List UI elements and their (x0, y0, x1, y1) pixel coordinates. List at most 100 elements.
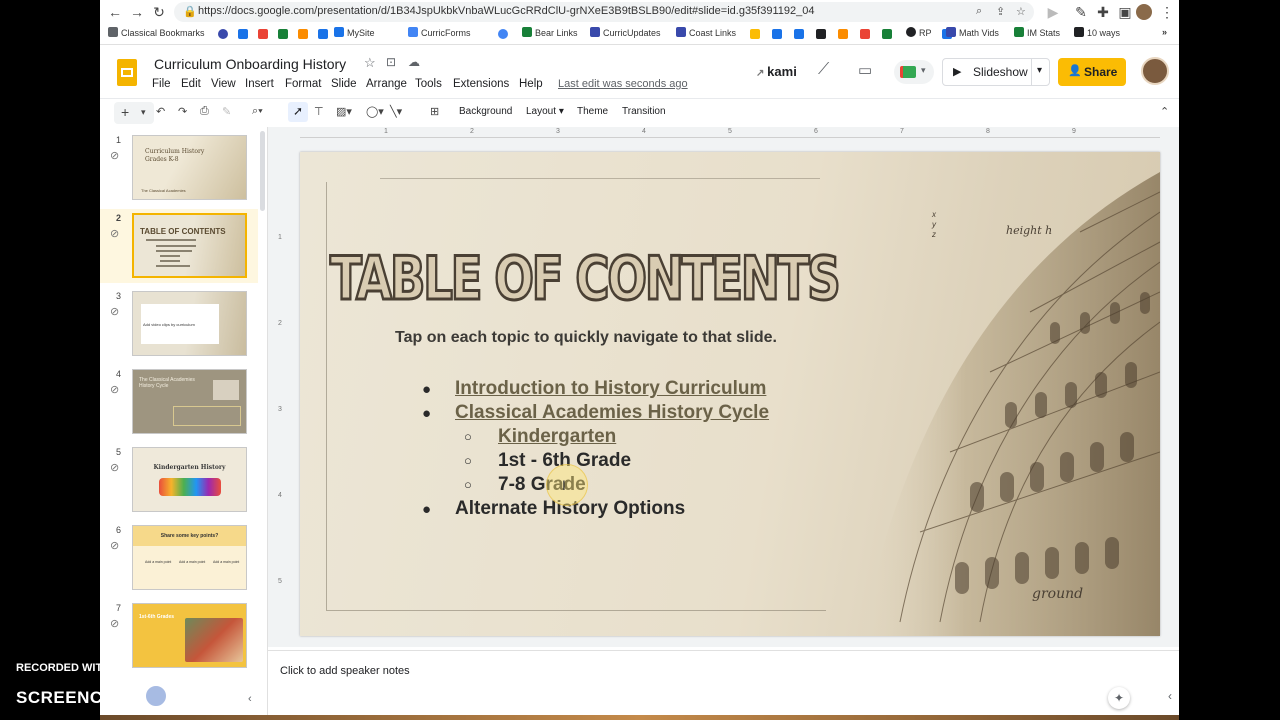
chevron-down-icon[interactable]: ▾ (1037, 65, 1042, 76)
forward-icon[interactable]: → (128, 3, 146, 21)
more-icon[interactable]: ⋮ (1158, 3, 1176, 21)
bookmark-bear-links[interactable]: Bear Links (522, 27, 578, 38)
add-comment-icon[interactable]: ⊞ (430, 105, 439, 118)
redo-icon[interactable]: ↷ (178, 105, 187, 118)
image-icon[interactable]: ▨▾ (336, 105, 352, 118)
undo-icon[interactable]: ↶ (156, 105, 165, 118)
move-folder-icon[interactable]: ⊡ (386, 55, 396, 69)
bookmark-icon[interactable] (882, 29, 892, 39)
bookmark-rp[interactable]: RP (906, 27, 932, 38)
explore-icon[interactable]: ✦ (1108, 687, 1130, 709)
zoom-icon[interactable]: ⌕ (976, 5, 982, 18)
zoom-icon[interactable]: ⌕▾ (252, 105, 263, 118)
slide-thumbnail-6[interactable]: Share some key points? Add a main point … (132, 525, 247, 590)
new-slide-button[interactable]: + ▾ (114, 102, 154, 124)
share-button[interactable]: 👤 Share (1058, 58, 1126, 86)
select-button[interactable]: ➚ (288, 102, 308, 122)
bookmark-icon[interactable] (838, 29, 848, 39)
bookmark-icon[interactable] (860, 29, 870, 39)
bookmark-im-stats[interactable]: IM Stats (1014, 27, 1060, 38)
text-box-icon[interactable]: ⊤ (314, 105, 324, 118)
slide-subtitle[interactable]: Tap on each topic to quickly navigate to… (395, 329, 777, 347)
bookmark-icon[interactable] (318, 29, 328, 39)
slide-thumbnail-1[interactable]: Curriculum History Grades K-8 The Classi… (132, 135, 247, 200)
star-icon[interactable]: ☆ (1016, 5, 1026, 18)
bookmark-mysite[interactable]: MySite (334, 27, 375, 38)
menu-help[interactable]: Help (519, 78, 543, 90)
transition-button[interactable]: Transition (622, 106, 666, 117)
bookmark-icon[interactable] (794, 29, 804, 39)
slide-thumbnail-4[interactable]: The Classical Academies History Cycle (132, 369, 247, 434)
star-icon[interactable]: ☆ (364, 55, 376, 71)
bookmark-coast-links[interactable]: Coast Links (676, 27, 736, 38)
bookmark-icon[interactable] (278, 29, 288, 39)
speaker-notes[interactable]: Click to add speaker notes ✦ ‹ (268, 650, 1179, 720)
thumb-col: Add a main point (179, 560, 206, 564)
meet-button[interactable]: ▾ (894, 60, 934, 84)
slide-thumbnail-2[interactable]: TABLE OF CONTENTS (132, 213, 247, 278)
slide-canvas[interactable]: height h ground x y z TABLE OF CONTENTS … (300, 152, 1160, 636)
user-avatar[interactable] (1141, 57, 1169, 85)
shape-icon[interactable]: ◯▾ (366, 105, 384, 118)
bookmark-10-ways[interactable]: 10 ways (1074, 27, 1120, 38)
slide-thumbnail-7[interactable]: 1st-6th Grades (132, 603, 247, 668)
menu-slide[interactable]: Slide (331, 78, 357, 90)
theme-button[interactable]: Theme (577, 106, 608, 117)
bookmark-math-vids[interactable]: Math Vids (946, 27, 999, 38)
menu-edit[interactable]: Edit (181, 78, 201, 90)
last-edit-link[interactable]: Last edit was seconds ago (558, 78, 688, 90)
speaker-notes-placeholder[interactable]: Click to add speaker notes (280, 665, 410, 677)
filmstrip-scrollbar[interactable] (260, 131, 265, 211)
back-icon[interactable]: ← (106, 3, 124, 21)
menu-tools[interactable]: Tools (415, 78, 442, 90)
collapse-filmstrip-icon[interactable]: ‹ (248, 693, 252, 705)
bookmark-icon[interactable] (772, 29, 782, 39)
address-bar[interactable]: 🔒 https://docs.google.com/presentation/d… (174, 2, 1034, 22)
extension-color-icon[interactable]: ✎ (1072, 3, 1090, 21)
bookmark-classical[interactable]: Classical Bookmarks (108, 27, 205, 38)
bookmark-icon[interactable] (750, 29, 760, 39)
more-bookmarks-icon[interactable]: » (1162, 27, 1167, 37)
cloud-status-icon[interactable]: ☁ (408, 55, 420, 69)
sidebar-icon[interactable]: ▣ (1116, 3, 1134, 21)
slideshow-button[interactable]: ▶ Slideshow ▾ (942, 58, 1050, 86)
kami-button[interactable]: ↗ kami (756, 64, 797, 79)
document-title[interactable]: Curriculum Onboarding History (154, 56, 346, 72)
profile-avatar[interactable] (1136, 4, 1152, 20)
bookmark-icon[interactable] (218, 29, 228, 39)
bookmark-icon[interactable] (238, 29, 248, 39)
print-icon[interactable]: ⎙ (200, 105, 209, 118)
menu-format[interactable]: Format (285, 78, 321, 90)
gmail-icon[interactable] (258, 29, 268, 39)
extension-icon[interactable]: ▶ (1044, 3, 1062, 21)
share-page-icon[interactable]: ⇪ (996, 5, 1005, 18)
layout-button[interactable]: Layout ▾ (526, 106, 564, 117)
slides-logo-icon[interactable] (117, 59, 137, 86)
menu-extensions[interactable]: Extensions (453, 78, 509, 90)
menu-arrange[interactable]: Arrange (366, 78, 407, 90)
bookmark-icon[interactable] (298, 29, 308, 39)
menu-view[interactable]: View (211, 78, 236, 90)
line-icon[interactable]: ╲▾ (390, 105, 402, 118)
toc-link-kindergarten[interactable]: Kindergarten (498, 426, 616, 448)
bookmark-curricforms[interactable]: CurricForms (408, 27, 471, 38)
toc-link-introduction[interactable]: Introduction to History Curriculum (455, 378, 766, 400)
frame-line (326, 610, 826, 611)
menu-insert[interactable]: Insert (245, 78, 274, 90)
collapse-toolbar-icon[interactable]: ⌃ (1160, 105, 1169, 118)
activity-chart-icon[interactable]: ⟋ (818, 61, 829, 79)
comment-icon[interactable]: ▭ (858, 61, 872, 79)
menu-file[interactable]: File (152, 78, 171, 90)
puzzle-icon[interactable]: ✚ (1094, 3, 1112, 21)
bookmark-curricupdates[interactable]: CurricUpdates (590, 27, 661, 38)
slide-thumbnail-5[interactable]: Kindergarten History (132, 447, 247, 512)
background-button[interactable]: Background (459, 106, 512, 117)
bookmark-icon[interactable] (816, 29, 826, 39)
paint-format-icon[interactable]: ✎ (222, 105, 231, 118)
bookmark-icon[interactable] (498, 29, 508, 39)
side-panel-toggle-icon[interactable]: ‹ (1168, 689, 1172, 703)
reload-icon[interactable]: ↻ (150, 3, 168, 21)
slide-thumbnail-3[interactable]: Add video clips by curriculum (132, 291, 247, 356)
slide-title[interactable]: TABLE OF CONTENTS (329, 243, 842, 316)
toc-link-history-cycle[interactable]: Classical Academies History Cycle (455, 402, 769, 424)
